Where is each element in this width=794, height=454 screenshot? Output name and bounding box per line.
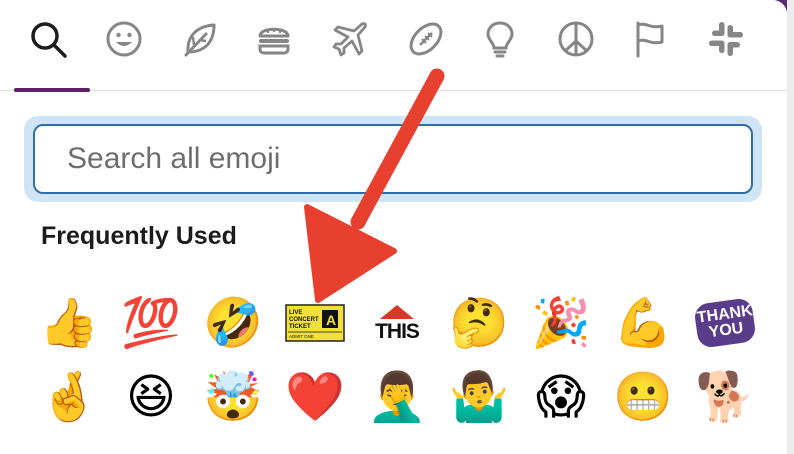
emoji-muscle[interactable]: 💪: [602, 287, 684, 359]
tab-nature[interactable]: [170, 12, 230, 70]
slack-icon: [705, 18, 747, 65]
tab-flags[interactable]: [620, 12, 680, 70]
emoji-scream[interactable]: 😱: [520, 361, 602, 433]
peace-icon: [555, 18, 597, 65]
flag-icon: [629, 18, 671, 65]
emoji-crossed-fingers[interactable]: 🤞: [28, 361, 110, 433]
emoji-party-popper[interactable]: 🎉: [520, 287, 602, 359]
emoji-hundred[interactable]: 💯: [110, 287, 192, 359]
emoji-laughing[interactable]: 😆: [110, 361, 192, 433]
emoji-picker: Frequently Used 👍 💯 🤣 LIVE CONCERT TICKE…: [0, 0, 787, 454]
emoji-exploding-head[interactable]: 🤯: [192, 361, 274, 433]
leaf-icon: [179, 18, 221, 65]
airplane-icon: [329, 18, 371, 65]
search-focus-ring: [24, 116, 762, 202]
emoji-concert-ticket[interactable]: LIVE CONCERT TICKET A ADMIT ONE: [274, 287, 356, 359]
up-arrow-icon: [380, 304, 414, 319]
emoji-search-input[interactable]: [33, 124, 753, 194]
emoji-heart[interactable]: ❤️: [274, 361, 356, 433]
this-text: THIS: [375, 319, 420, 343]
emoji-rofl[interactable]: 🤣: [192, 287, 274, 359]
tab-travel[interactable]: [320, 12, 380, 70]
tab-smileys[interactable]: [94, 12, 154, 70]
lightbulb-icon: [479, 18, 521, 65]
tab-symbols[interactable]: [546, 12, 606, 70]
emoji-thumbsup[interactable]: 👍: [28, 287, 110, 359]
active-tab-indicator: [14, 88, 90, 92]
ticket-line-ticket: TICKET: [289, 324, 311, 330]
football-icon: [405, 18, 447, 65]
thank-you-text: THANK YOU: [693, 297, 757, 349]
tab-search[interactable]: [18, 12, 78, 70]
emoji-shrug[interactable]: 🤷‍♂️: [438, 361, 520, 433]
tab-activity[interactable]: [396, 12, 456, 70]
ticket-line-live: LIVE: [289, 310, 302, 316]
emoji-thinking[interactable]: 🤔: [438, 287, 520, 359]
tab-food[interactable]: [244, 12, 304, 70]
background-edge: [787, 0, 794, 454]
emoji-doge[interactable]: 🐕: [684, 361, 766, 433]
ticket-line-concert: CONCERT: [289, 317, 319, 323]
tab-objects[interactable]: [470, 12, 530, 70]
search-icon: [27, 18, 69, 65]
emoji-facepalm[interactable]: 🤦‍♂️: [356, 361, 438, 433]
ticket-row: ADMIT ONE: [289, 334, 314, 339]
burger-icon: [253, 18, 295, 65]
concert-ticket-image: LIVE CONCERT TICKET A ADMIT ONE: [285, 304, 345, 342]
emoji-thank-you[interactable]: THANK YOU: [684, 287, 766, 359]
emoji-this[interactable]: THIS: [356, 287, 438, 359]
ticket-seat: A: [326, 312, 336, 328]
emoji-trollface[interactable]: 😬: [602, 361, 684, 433]
smiley-icon: [103, 18, 145, 65]
section-title-frequently-used: Frequently Used: [41, 222, 237, 250]
tab-custom[interactable]: [696, 12, 756, 70]
category-tabs: [0, 0, 787, 91]
